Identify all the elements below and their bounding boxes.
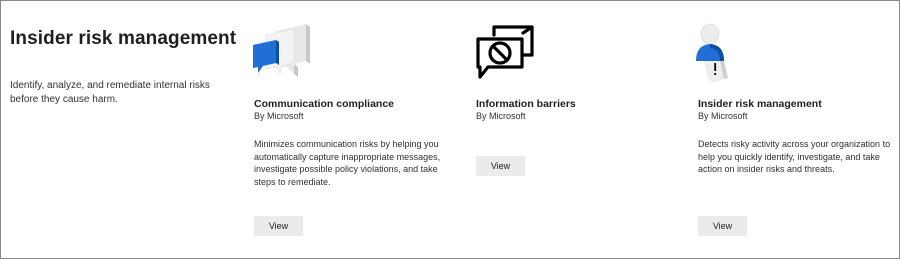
card-vendor: By Microsoft [698, 111, 748, 121]
solutions-panel: Insider risk management Identify, analyz… [0, 0, 900, 259]
card-vendor: By Microsoft [476, 111, 526, 121]
view-button[interactable]: View [254, 216, 303, 236]
chat-bubbles-icon [250, 21, 320, 85]
section-intro: Insider risk management Identify, analyz… [10, 28, 240, 106]
section-description: Identify, analyze, and remediate interna… [10, 80, 210, 105]
card-title: Insider risk management [698, 98, 822, 110]
card-title: Communication compliance [254, 98, 395, 110]
card-description: Minimizes communication risks by helping… [254, 139, 441, 187]
card-vendor: By Microsoft [254, 111, 304, 121]
person-alert-icon [694, 21, 764, 85]
solution-card-information-barriers: Information barriers By Microsoft View [476, 1, 676, 260]
card-title: Information barriers [476, 98, 576, 110]
blocked-conversation-icon [474, 21, 544, 85]
view-button[interactable]: View [476, 156, 525, 176]
section-title: Insider risk management [10, 28, 237, 49]
solution-card-insider-risk-management: Insider risk management By Microsoft Det… [696, 1, 898, 260]
solution-card-communication-compliance: Communication compliance By Microsoft Mi… [253, 1, 454, 260]
view-button[interactable]: View [698, 216, 747, 236]
card-description: Detects risky activity across your organ… [698, 139, 891, 174]
